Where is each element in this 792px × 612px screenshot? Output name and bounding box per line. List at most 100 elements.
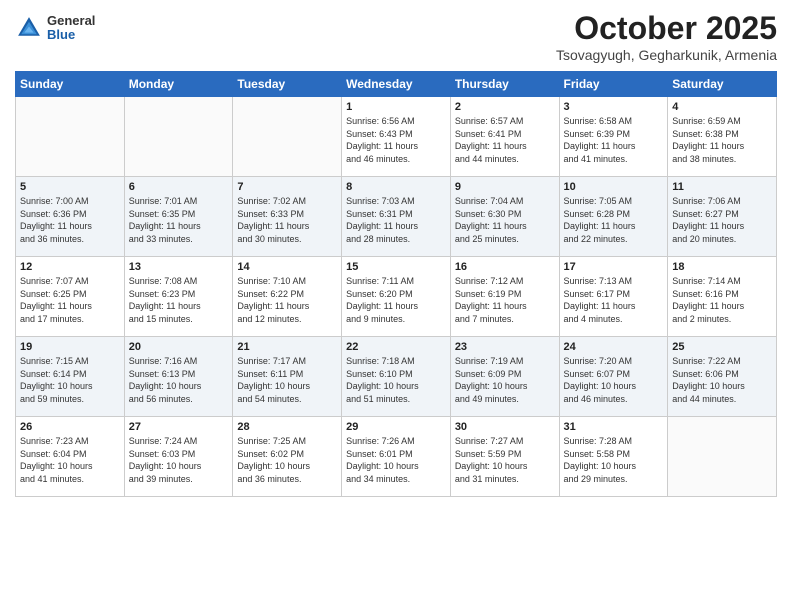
calendar-cell (668, 417, 777, 497)
day-number: 28 (237, 421, 337, 433)
day-info: Sunrise: 7:27 AMSunset: 5:59 PMDaylight:… (455, 435, 555, 485)
day-number: 10 (564, 181, 664, 193)
page-title: October 2025 (556, 10, 777, 47)
calendar-cell: 5 Sunrise: 7:00 AMSunset: 6:36 PMDaylight… (16, 177, 125, 257)
day-info: Sunrise: 7:08 AMSunset: 6:23 PMDaylight:… (129, 275, 229, 325)
week-row-5: 26 Sunrise: 7:23 AMSunset: 6:04 PMDayligh… (16, 417, 777, 497)
week-row-2: 5 Sunrise: 7:00 AMSunset: 6:36 PMDaylight… (16, 177, 777, 257)
calendar-cell: 10 Sunrise: 7:05 AMSunset: 6:28 PMDayligh… (559, 177, 668, 257)
day-number: 30 (455, 421, 555, 433)
day-info: Sunrise: 7:28 AMSunset: 5:58 PMDaylight:… (564, 435, 664, 485)
day-info: Sunrise: 7:18 AMSunset: 6:10 PMDaylight:… (346, 355, 446, 405)
day-number: 19 (20, 341, 120, 353)
calendar-header: SundayMondayTuesdayWednesdayThursdayFrid… (16, 72, 777, 97)
day-number: 29 (346, 421, 446, 433)
calendar-cell: 28Sunrise: 7:25 AMSunset: 6:02 PMDayligh… (233, 417, 342, 497)
calendar-cell: 30 Sunrise: 7:27 AMSunset: 5:59 PMDayligh… (450, 417, 559, 497)
day-number: 5 (20, 181, 120, 193)
day-number: 3 (564, 101, 664, 113)
day-info: Sunrise: 7:00 AMSunset: 6:36 PMDaylight:… (20, 195, 120, 245)
day-info: Sunrise: 7:19 AMSunset: 6:09 PMDaylight:… (455, 355, 555, 405)
day-info: Sunrise: 7:07 AMSunset: 6:25 PMDaylight:… (20, 275, 120, 325)
logo-general: General (47, 14, 95, 28)
day-number: 23 (455, 341, 555, 353)
day-number: 12 (20, 261, 120, 273)
day-info: Sunrise: 7:15 AMSunset: 6:14 PMDaylight:… (20, 355, 120, 405)
logo: General Blue (15, 14, 95, 43)
day-info: Sunrise: 7:26 AMSunset: 6:01 PMDaylight:… (346, 435, 446, 485)
day-number: 1 (346, 101, 446, 113)
day-info: Sunrise: 7:17 AMSunset: 6:11 PMDaylight:… (237, 355, 337, 405)
calendar-cell: 4 Sunrise: 6:59 AMSunset: 6:38 PMDaylight… (668, 97, 777, 177)
calendar-cell: 6Sunrise: 7:01 AMSunset: 6:35 PMDaylight… (124, 177, 233, 257)
calendar-cell: 26 Sunrise: 7:23 AMSunset: 6:04 PMDayligh… (16, 417, 125, 497)
col-header-wednesday: Wednesday (342, 72, 451, 97)
day-info: Sunrise: 7:06 AMSunset: 6:27 PMDaylight:… (672, 195, 772, 245)
day-number: 24 (564, 341, 664, 353)
calendar-cell: 13 Sunrise: 7:08 AMSunset: 6:23 PMDayligh… (124, 257, 233, 337)
day-info: Sunrise: 7:13 AMSunset: 6:17 PMDaylight:… (564, 275, 664, 325)
week-row-4: 19 Sunrise: 7:15 AMSunset: 6:14 PMDayligh… (16, 337, 777, 417)
day-number: 8 (346, 181, 446, 193)
week-row-1: 1 Sunrise: 6:56 AMSunset: 6:43 PMDaylight… (16, 97, 777, 177)
col-header-saturday: Saturday (668, 72, 777, 97)
day-number: 27 (129, 421, 229, 433)
calendar-cell: 12 Sunrise: 7:07 AMSunset: 6:25 PMDayligh… (16, 257, 125, 337)
calendar-cell: 23 Sunrise: 7:19 AMSunset: 6:09 PMDayligh… (450, 337, 559, 417)
day-number: 17 (564, 261, 664, 273)
day-info: Sunrise: 7:05 AMSunset: 6:28 PMDaylight:… (564, 195, 664, 245)
day-info: Sunrise: 7:24 AMSunset: 6:03 PMDaylight:… (129, 435, 229, 485)
day-info: Sunrise: 7:10 AMSunset: 6:22 PMDaylight:… (237, 275, 337, 325)
day-info: Sunrise: 6:56 AMSunset: 6:43 PMDaylight:… (346, 115, 446, 165)
day-number: 11 (672, 181, 772, 193)
calendar-cell: 11 Sunrise: 7:06 AMSunset: 6:27 PMDayligh… (668, 177, 777, 257)
col-header-monday: Monday (124, 72, 233, 97)
day-number: 14 (237, 261, 337, 273)
day-info: Sunrise: 7:22 AMSunset: 6:06 PMDaylight:… (672, 355, 772, 405)
calendar-cell (124, 97, 233, 177)
calendar-cell: 7Sunrise: 7:02 AMSunset: 6:33 PMDaylight… (233, 177, 342, 257)
day-info: Sunrise: 7:01 AMSunset: 6:35 PMDaylight:… (129, 195, 229, 245)
day-number: 26 (20, 421, 120, 433)
day-info: Sunrise: 6:57 AMSunset: 6:41 PMDaylight:… (455, 115, 555, 165)
page: General Blue October 2025 Tsovagyugh, Ge… (0, 0, 792, 612)
day-number: 25 (672, 341, 772, 353)
day-info: Sunrise: 6:59 AMSunset: 6:38 PMDaylight:… (672, 115, 772, 165)
day-number: 15 (346, 261, 446, 273)
calendar-cell: 16 Sunrise: 7:12 AMSunset: 6:19 PMDayligh… (450, 257, 559, 337)
calendar-cell: 31 Sunrise: 7:28 AMSunset: 5:58 PMDayligh… (559, 417, 668, 497)
logo-text: General Blue (47, 14, 95, 43)
calendar-cell: 8 Sunrise: 7:03 AMSunset: 6:31 PMDaylight… (342, 177, 451, 257)
day-info: Sunrise: 7:20 AMSunset: 6:07 PMDaylight:… (564, 355, 664, 405)
day-info: Sunrise: 7:12 AMSunset: 6:19 PMDaylight:… (455, 275, 555, 325)
day-number: 4 (672, 101, 772, 113)
day-info: Sunrise: 7:23 AMSunset: 6:04 PMDaylight:… (20, 435, 120, 485)
day-info: Sunrise: 7:03 AMSunset: 6:31 PMDaylight:… (346, 195, 446, 245)
col-header-tuesday: Tuesday (233, 72, 342, 97)
calendar-cell: 1 Sunrise: 6:56 AMSunset: 6:43 PMDaylight… (342, 97, 451, 177)
col-header-friday: Friday (559, 72, 668, 97)
calendar-cell: 25 Sunrise: 7:22 AMSunset: 6:06 PMDayligh… (668, 337, 777, 417)
page-subtitle: Tsovagyugh, Gegharkunik, Armenia (556, 47, 777, 63)
day-number: 16 (455, 261, 555, 273)
calendar-cell: 27 Sunrise: 7:24 AMSunset: 6:03 PMDayligh… (124, 417, 233, 497)
calendar-cell (16, 97, 125, 177)
day-info: Sunrise: 7:14 AMSunset: 6:16 PMDaylight:… (672, 275, 772, 325)
day-number: 2 (455, 101, 555, 113)
calendar-cell: 9 Sunrise: 7:04 AMSunset: 6:30 PMDaylight… (450, 177, 559, 257)
calendar-cell: 14 Sunrise: 7:10 AMSunset: 6:22 PMDayligh… (233, 257, 342, 337)
day-number: 21 (237, 341, 337, 353)
logo-blue: Blue (47, 28, 95, 42)
day-number: 9 (455, 181, 555, 193)
day-number: 31 (564, 421, 664, 433)
calendar-body: 1 Sunrise: 6:56 AMSunset: 6:43 PMDaylight… (16, 97, 777, 497)
calendar-cell: 15Sunrise: 7:11 AMSunset: 6:20 PMDayligh… (342, 257, 451, 337)
calendar-cell: 21 Sunrise: 7:17 AMSunset: 6:11 PMDayligh… (233, 337, 342, 417)
day-info: Sunrise: 7:04 AMSunset: 6:30 PMDaylight:… (455, 195, 555, 245)
calendar-cell: 19 Sunrise: 7:15 AMSunset: 6:14 PMDayligh… (16, 337, 125, 417)
col-header-sunday: Sunday (16, 72, 125, 97)
calendar-cell: 24 Sunrise: 7:20 AMSunset: 6:07 PMDayligh… (559, 337, 668, 417)
day-number: 13 (129, 261, 229, 273)
calendar-cell: 17 Sunrise: 7:13 AMSunset: 6:17 PMDayligh… (559, 257, 668, 337)
header: General Blue October 2025 Tsovagyugh, Ge… (15, 10, 777, 63)
